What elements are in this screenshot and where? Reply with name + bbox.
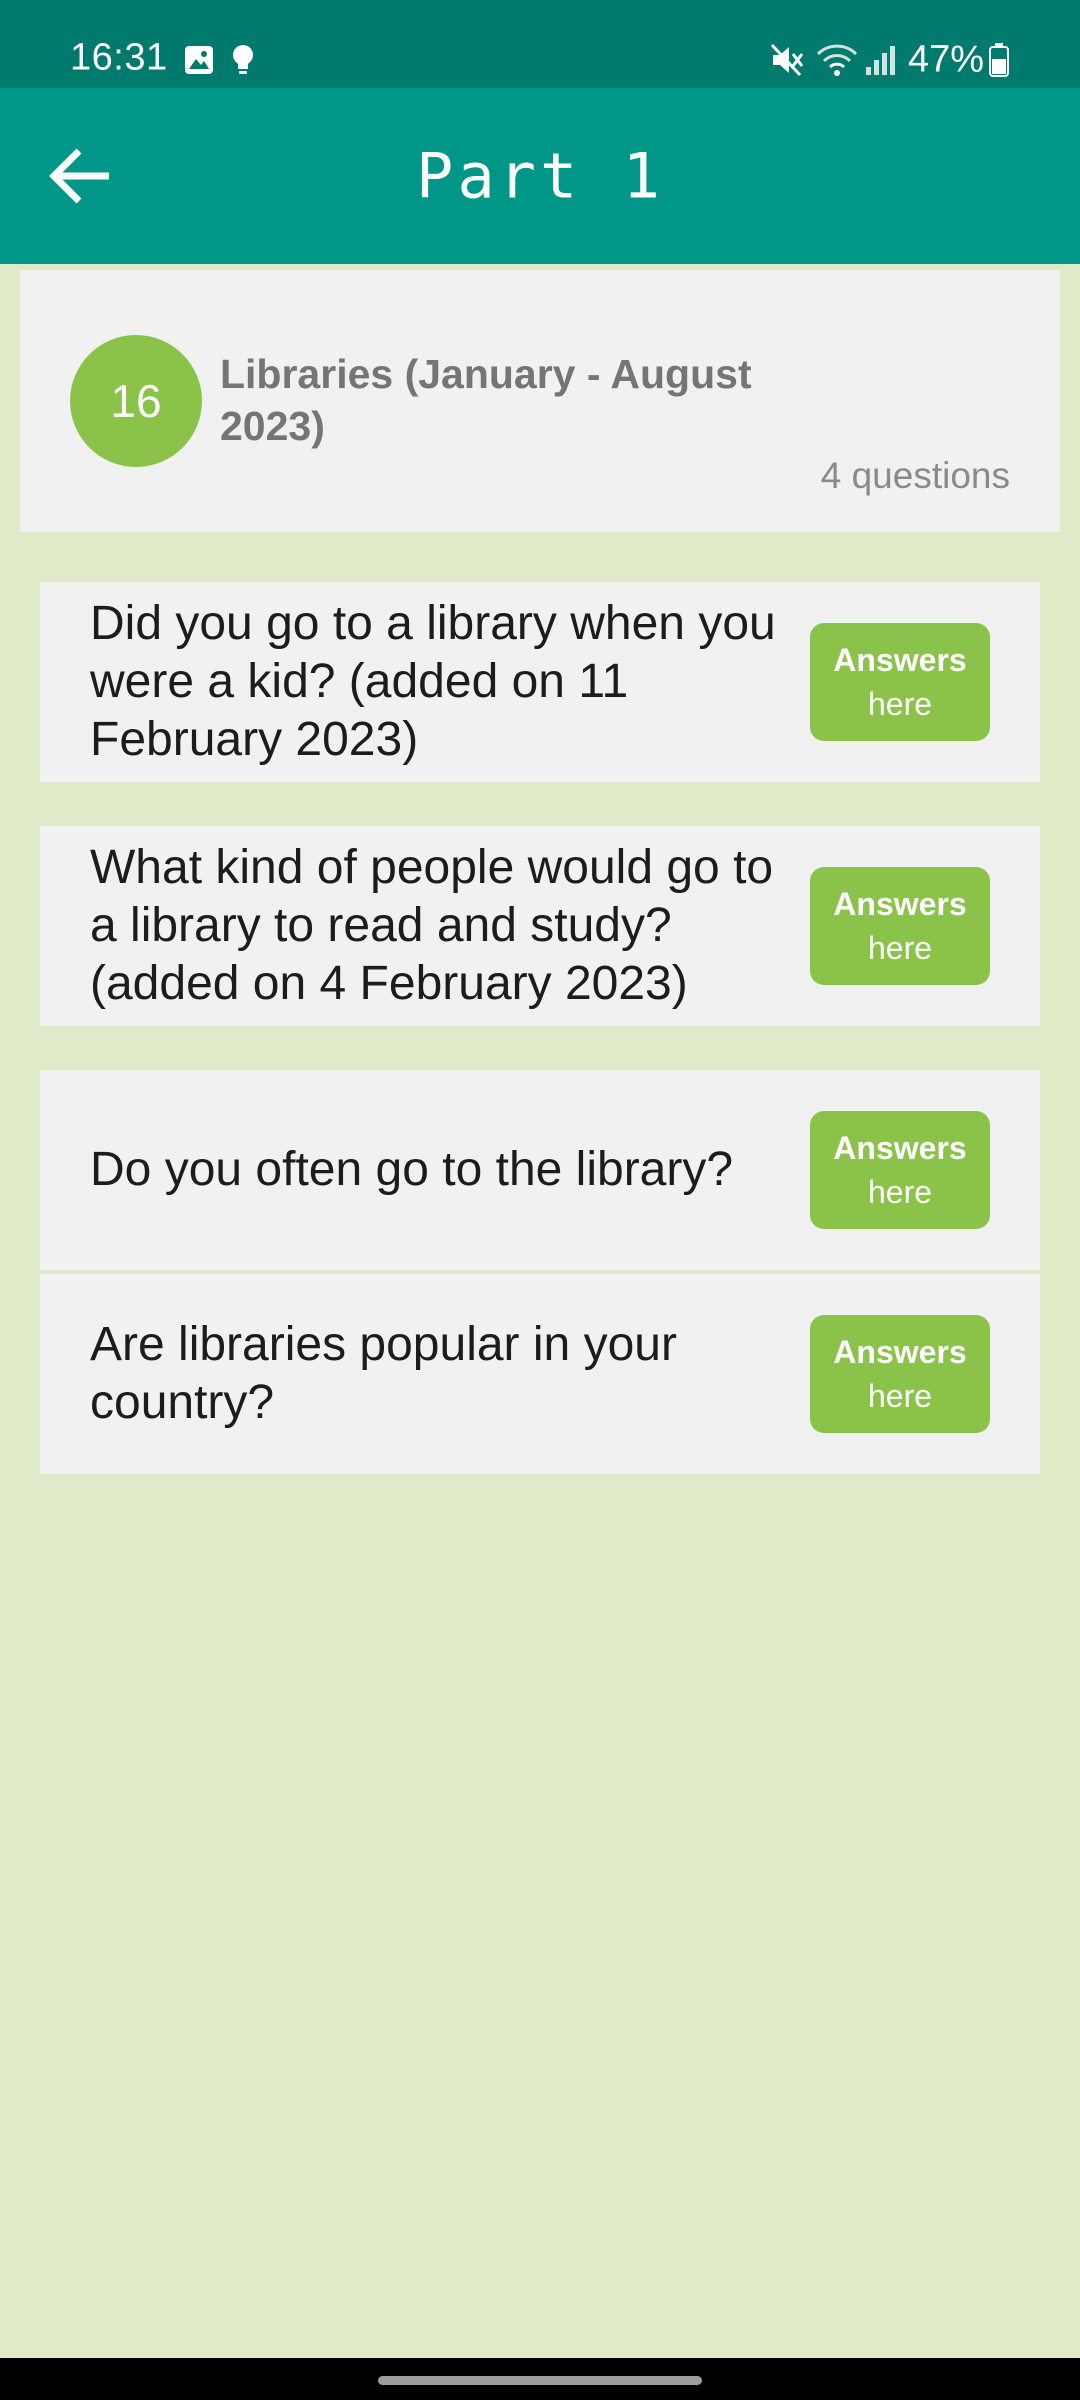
question-card[interactable]: Do you often go to the library? Answers … (40, 1070, 1040, 1270)
battery-icon (989, 43, 1009, 77)
answers-button-label: Answers (833, 1130, 967, 1166)
answers-button-label: Answers (833, 1334, 967, 1370)
app-bar: Part 1 (0, 88, 1080, 264)
mute-icon (770, 43, 804, 77)
gallery-icon (185, 46, 213, 74)
lightbulb-icon (233, 45, 253, 74)
answers-button[interactable]: Answers here (810, 1111, 990, 1229)
status-bar: 16:31 47% (0, 0, 1080, 88)
question-card[interactable]: What kind of people would go to a librar… (40, 826, 1040, 1026)
topic-header: 16 Libraries (January - August 2023) 4 q… (20, 270, 1060, 532)
answers-button[interactable]: Answers here (810, 623, 990, 741)
answers-button-sublabel: here (867, 686, 933, 722)
page-title: Part 1 (416, 139, 664, 213)
question-text: Did you go to a library when you were a … (90, 597, 776, 766)
home-indicator[interactable] (378, 2376, 702, 2385)
battery-percent: 47% (908, 38, 985, 81)
question-card[interactable]: Did you go to a library when you were a … (40, 582, 1040, 782)
answers-button[interactable]: Answers here (810, 1315, 990, 1433)
question-text: Do you often go to the library? (90, 1143, 734, 1196)
answers-button[interactable]: Answers here (810, 867, 990, 985)
answers-button-sublabel: here (867, 1174, 933, 1210)
topic-title: Libraries (January - August 2023) (220, 351, 752, 449)
navigation-bar (0, 2358, 1080, 2400)
answers-button-sublabel: here (867, 1378, 933, 1414)
wifi-icon (816, 44, 858, 76)
answers-button-sublabel: here (867, 930, 933, 966)
answers-button-label: Answers (833, 886, 967, 922)
status-time: 16:31 (70, 36, 168, 79)
question-card[interactable]: Are libraries popular in your country? A… (40, 1274, 1040, 1474)
question-text: Are libraries popular in your country? (90, 1318, 677, 1429)
answers-button-label: Answers (833, 642, 967, 678)
question-text: What kind of people would go to a librar… (90, 841, 774, 1010)
signal-icon (866, 46, 895, 75)
topic-number-badge: 16 (70, 335, 202, 467)
question-count: 4 questions (820, 455, 1010, 496)
